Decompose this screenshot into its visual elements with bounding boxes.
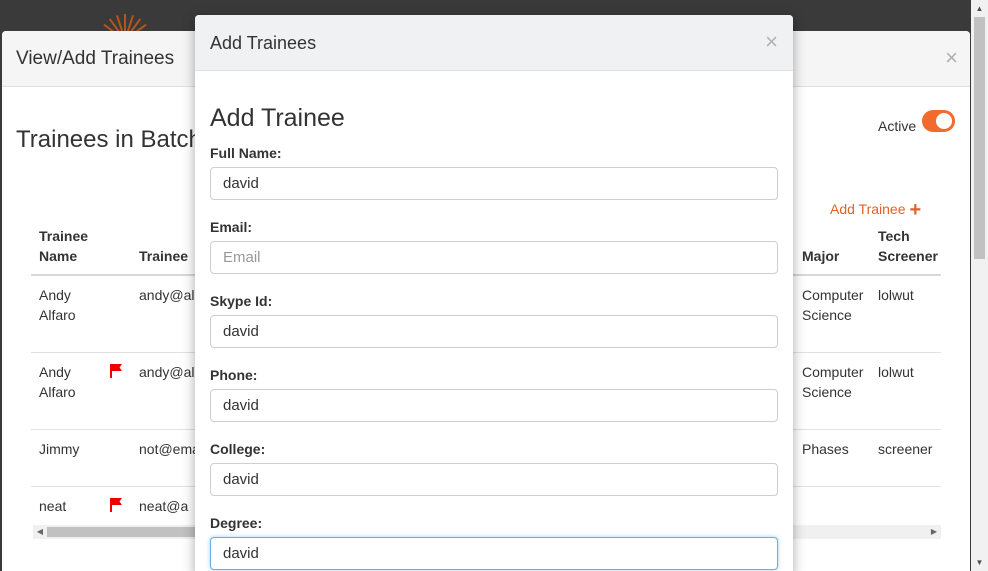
scroll-left-arrow-icon[interactable]: ◀ bbox=[33, 525, 47, 539]
trainee-name-line: Andy bbox=[39, 287, 71, 303]
scroll-down-arrow-icon[interactable]: ▼ bbox=[971, 554, 988, 571]
degree-input[interactable] bbox=[210, 537, 778, 570]
add-trainees-modal-header: Add Trainees × bbox=[195, 15, 793, 71]
trainee-name-line: Alfaro bbox=[39, 384, 76, 400]
email-label: Email: bbox=[210, 219, 253, 235]
trainee-screener-cell: lolwut bbox=[878, 364, 914, 380]
add-trainee-button[interactable]: Add Trainee + bbox=[830, 199, 921, 222]
trainee-major-cell: Computer Science bbox=[802, 362, 863, 402]
flag-icon[interactable] bbox=[110, 498, 124, 512]
close-icon[interactable]: × bbox=[765, 29, 778, 55]
trainee-email-cell: andy@al bbox=[139, 287, 195, 303]
page-vertical-scrollbar[interactable]: ▲ ▼ bbox=[971, 0, 988, 571]
trainee-name-cell: Andy Alfaro bbox=[39, 362, 76, 402]
trainee-screener-cell: lolwut bbox=[878, 287, 914, 303]
trainee-major-line: Science bbox=[802, 384, 852, 400]
active-toggle[interactable] bbox=[922, 110, 955, 132]
scroll-up-arrow-icon[interactable]: ▲ bbox=[971, 0, 988, 17]
degree-label: Degree: bbox=[210, 515, 263, 531]
add-trainee-form-title: Add Trainee bbox=[210, 104, 345, 132]
add-trainee-label: Add Trainee bbox=[830, 201, 906, 217]
skype-id-label: Skype Id: bbox=[210, 293, 273, 309]
full-name-label: Full Name: bbox=[210, 145, 282, 161]
phone-label: Phone: bbox=[210, 367, 258, 383]
trainee-name-cell: Andy Alfaro bbox=[39, 285, 76, 325]
column-header-major[interactable]: Major bbox=[802, 246, 839, 266]
view-trainees-modal-title: View/Add Trainees bbox=[16, 48, 175, 69]
trainee-major-line: Computer bbox=[802, 287, 864, 303]
column-header-line: Trainee bbox=[39, 228, 89, 244]
trainee-name-cell: Jimmy bbox=[39, 441, 80, 457]
close-icon[interactable]: × bbox=[945, 45, 958, 71]
trainee-major-cell: Phases bbox=[802, 441, 849, 457]
trainee-name-line: Alfaro bbox=[39, 307, 76, 323]
add-trainees-modal: Add Trainees × Add Trainee Full Name: Em… bbox=[195, 15, 793, 571]
trainee-screener-cell: screener bbox=[878, 441, 933, 457]
column-header-tech-screener[interactable]: Tech Screener bbox=[878, 226, 938, 266]
plus-icon: + bbox=[909, 199, 922, 221]
column-header-line: Name bbox=[39, 248, 78, 264]
column-header-line: Screener bbox=[878, 248, 938, 264]
trainee-email-cell: neat@a bbox=[139, 498, 189, 514]
trainee-major-cell: Computer Science bbox=[802, 285, 863, 325]
college-input[interactable] bbox=[210, 463, 778, 496]
trainee-email-cell: andy@al bbox=[139, 364, 195, 380]
email-input[interactable] bbox=[210, 241, 778, 274]
phone-input[interactable] bbox=[210, 389, 778, 422]
add-trainees-modal-title: Add Trainees bbox=[210, 33, 317, 53]
scrollbar-thumb[interactable] bbox=[974, 17, 985, 259]
column-header-line: Tech bbox=[878, 228, 910, 244]
trainee-major-line: Computer bbox=[802, 364, 864, 380]
active-toggle-label: Active bbox=[878, 118, 917, 134]
trainee-name-line: Andy bbox=[39, 364, 71, 380]
full-name-input[interactable] bbox=[210, 167, 778, 200]
batch-title: Trainees in Batch bbox=[16, 126, 202, 153]
trainee-name-cell: neat bbox=[39, 498, 67, 514]
toggle-knob bbox=[936, 113, 952, 129]
column-header-trainee-email[interactable]: Trainee bbox=[139, 246, 188, 266]
skype-id-input[interactable] bbox=[210, 315, 778, 348]
trainee-email-cell: not@ema bbox=[139, 441, 200, 457]
trainee-major-line: Science bbox=[802, 307, 852, 323]
college-label: College: bbox=[210, 441, 266, 457]
column-header-trainee-name[interactable]: Trainee Name bbox=[39, 226, 88, 266]
flag-icon[interactable] bbox=[110, 364, 124, 378]
scroll-right-arrow-icon[interactable]: ▶ bbox=[927, 525, 941, 539]
